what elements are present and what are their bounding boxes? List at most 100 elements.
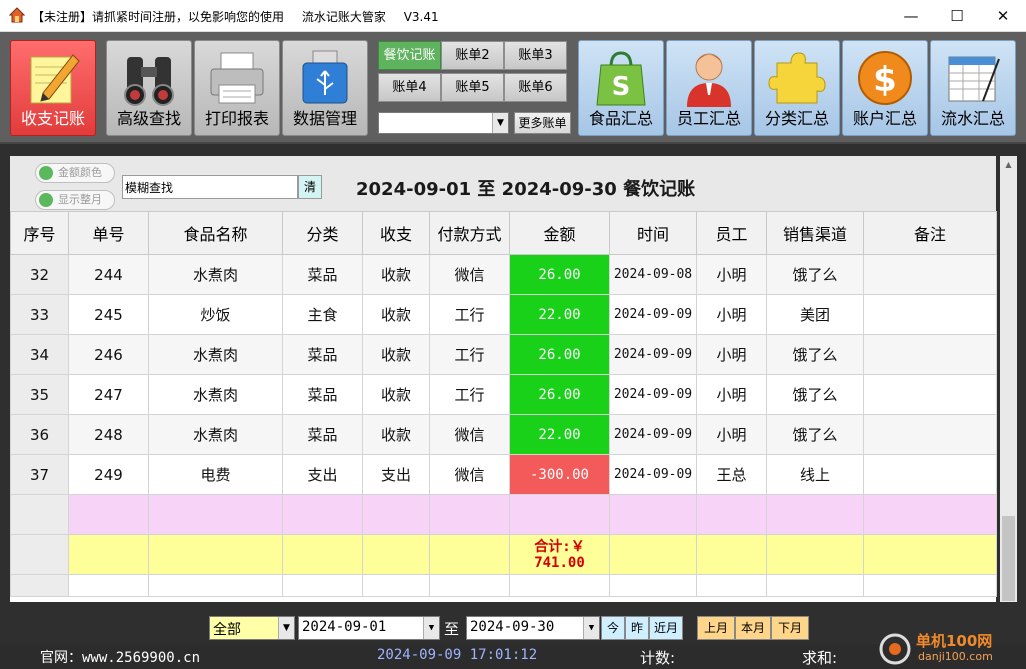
note-cell[interactable] [863,414,997,455]
table-row[interactable]: 33 245 炒饭 主食 收款 工行 22.00 2024-09-09 小明 美团 [10,294,997,335]
food-name-cell[interactable]: 水煮肉 [148,414,283,455]
payment-cell[interactable]: 微信 [429,454,510,495]
col-header-food-name[interactable]: 食品名称 [148,211,283,255]
type-cell[interactable]: 支出 [362,454,430,495]
staff-cell[interactable]: 小明 [696,254,767,295]
order-no-cell[interactable]: 244 [68,254,149,295]
journal-summary-button[interactable]: 流水汇总 [930,40,1016,136]
payment-cell[interactable]: 工行 [429,334,510,375]
table-cell[interactable] [766,494,864,535]
col-header-channel[interactable]: 销售渠道 [766,211,864,255]
staff-summary-button[interactable]: 员工汇总 [666,40,752,136]
order-no-cell[interactable]: 247 [68,374,149,415]
chevron-down-icon[interactable]: ▼ [278,617,294,639]
category-summary-button[interactable]: 分类汇总 [754,40,840,136]
note-cell[interactable] [863,454,997,495]
table-row[interactable]: 35 247 水煮肉 菜品 收款 工行 26.00 2024-09-09 小明 饿了么 [10,374,997,415]
category-cell[interactable]: 支出 [282,454,363,495]
category-cell[interactable]: 菜品 [282,334,363,375]
payment-cell[interactable]: 微信 [429,254,510,295]
category-cell[interactable]: 菜品 [282,414,363,455]
ledger-select[interactable]: ▼ [378,112,509,134]
channel-cell[interactable]: 线上 [766,454,864,495]
payment-cell[interactable]: 微信 [429,414,510,455]
last-month-button[interactable]: 上月 [697,616,735,640]
date-from-picker[interactable]: 2024-09-01 ▼ [298,616,440,640]
order-no-cell[interactable]: 245 [68,294,149,335]
date-cell[interactable]: 2024-09-09 [609,414,697,455]
print-report-button[interactable]: 打印报表 [194,40,280,136]
note-cell[interactable] [863,374,997,415]
table-cell[interactable] [362,494,430,535]
col-header-payment[interactable]: 付款方式 [429,211,510,255]
vertical-scrollbar[interactable]: ▲ [1000,156,1017,602]
note-cell[interactable] [863,294,997,335]
staff-cell[interactable]: 王总 [696,454,767,495]
ledger-tab-3[interactable]: 账单3 [504,41,567,70]
income-expense-button[interactable]: 收支记账 [10,40,96,136]
table-cell[interactable] [148,494,283,535]
recent-month-button[interactable]: 近月 [649,616,683,640]
next-month-button[interactable]: 下月 [771,616,809,640]
category-cell[interactable]: 菜品 [282,254,363,295]
ledger-tab-1[interactable]: 餐饮记账 [378,41,441,70]
note-cell[interactable] [863,334,997,375]
table-cell[interactable] [68,494,149,535]
amount-cell[interactable]: 26.00 [509,334,610,375]
maximize-button[interactable]: ☐ [934,0,980,32]
col-header-category[interactable]: 分类 [282,211,363,255]
category-cell[interactable]: 菜品 [282,374,363,415]
food-name-cell[interactable]: 电费 [148,454,283,495]
food-name-cell[interactable]: 水煮肉 [148,334,283,375]
entry-row-empty[interactable] [10,494,997,535]
table-row[interactable]: 32 244 水煮肉 菜品 收款 微信 26.00 2024-09-08 小明 饿了么 [10,254,997,295]
clear-search-button[interactable]: 清 [298,175,322,199]
more-ledgers-button[interactable]: 更多账单 [514,112,571,134]
table-cell[interactable] [282,494,363,535]
date-cell[interactable]: 2024-09-08 [609,254,697,295]
type-cell[interactable]: 收款 [362,374,430,415]
chevron-down-icon[interactable]: ▼ [492,113,508,133]
channel-cell[interactable]: 饿了么 [766,414,864,455]
type-cell[interactable]: 收款 [362,414,430,455]
note-cell[interactable] [863,254,997,295]
amount-cell[interactable]: 22.00 [509,294,610,335]
account-summary-button[interactable]: $ 账户汇总 [842,40,928,136]
channel-cell[interactable]: 饿了么 [766,374,864,415]
table-row[interactable]: 34 246 水煮肉 菜品 收款 工行 26.00 2024-09-09 小明 饿了么 [10,334,997,375]
ledger-tab-5[interactable]: 账单5 [441,73,504,102]
fuzzy-search-input[interactable]: 模糊查找 [122,175,298,199]
col-header-staff[interactable]: 员工 [696,211,767,255]
table-row[interactable]: 36 248 水煮肉 菜品 收款 微信 22.00 2024-09-09 小明 饿了么 [10,414,997,455]
amount-cell[interactable]: 22.00 [509,414,610,455]
scope-select[interactable]: 全部 ▼ [209,616,295,640]
category-cell[interactable]: 主食 [282,294,363,335]
show-whole-month-toggle[interactable]: 显示整月 [35,190,115,210]
channel-cell[interactable]: 美团 [766,294,864,335]
table-row[interactable]: 37 249 电费 支出 支出 微信 -300.00 2024-09-09 王总 线上 [10,454,997,495]
col-header-type[interactable]: 收支 [362,211,430,255]
type-cell[interactable]: 收款 [362,254,430,295]
minimize-button[interactable]: — [888,0,934,32]
date-to-picker[interactable]: 2024-09-30 ▼ [466,616,600,640]
amount-cell[interactable]: 26.00 [509,254,610,295]
staff-cell[interactable]: 小明 [696,294,767,335]
channel-cell[interactable]: 饿了么 [766,254,864,295]
date-cell[interactable]: 2024-09-09 [609,454,697,495]
col-header-index[interactable]: 序号 [10,211,69,255]
type-cell[interactable]: 收款 [362,294,430,335]
table-cell[interactable] [429,494,510,535]
payment-cell[interactable]: 工行 [429,374,510,415]
channel-cell[interactable]: 饿了么 [766,334,864,375]
type-cell[interactable]: 收款 [362,334,430,375]
table-cell[interactable] [696,494,767,535]
yesterday-button[interactable]: 昨 [625,616,649,640]
ledger-tab-2[interactable]: 账单2 [441,41,504,70]
scrollbar-thumb[interactable] [1002,516,1015,601]
food-summary-button[interactable]: S 食品汇总 [578,40,664,136]
ledger-tab-4[interactable]: 账单4 [378,73,441,102]
date-cell[interactable]: 2024-09-09 [609,334,697,375]
col-header-amount[interactable]: 金额 [509,211,610,255]
table-cell[interactable] [509,494,610,535]
scroll-up-icon[interactable]: ▲ [1000,156,1017,173]
